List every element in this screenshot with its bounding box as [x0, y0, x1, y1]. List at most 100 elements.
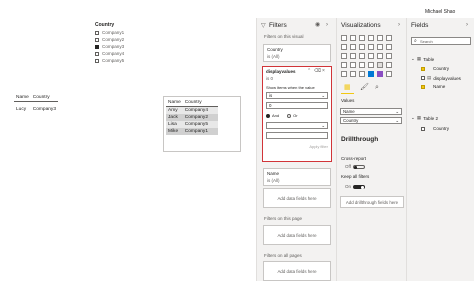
operand-input[interactable]: 0: [266, 102, 328, 109]
table-icon: ▦: [416, 56, 422, 61]
gauge-icon[interactable]: [350, 62, 356, 68]
kpi-icon[interactable]: [341, 71, 347, 77]
checkbox[interactable]: [95, 51, 99, 56]
fields-pane: Fields › ⌕ Search ⌄ ▦ Table Country ▤ di…: [406, 18, 474, 281]
stacked-column-chart-icon[interactable]: [350, 35, 356, 41]
collapse-icon[interactable]: ›: [466, 22, 468, 28]
field-item[interactable]: Country: [421, 126, 449, 131]
value-field-country[interactable]: Country ⌄: [340, 117, 402, 124]
fields-tab-icon[interactable]: ▦: [344, 84, 351, 91]
operator-select[interactable]: is ⌄: [266, 92, 328, 99]
line-chart-icon[interactable]: [341, 44, 347, 50]
checkbox[interactable]: [95, 37, 99, 42]
chevron-down-icon: ⌄: [321, 93, 325, 98]
r-script-icon[interactable]: [359, 71, 365, 77]
add-page-fields-box[interactable]: Add data fields here: [263, 225, 331, 245]
python-visual-icon[interactable]: [368, 71, 374, 77]
filters-on-page-label: Filters on this page: [264, 216, 303, 221]
close-icon[interactable]: ×: [322, 68, 325, 74]
checkbox[interactable]: [95, 58, 99, 63]
checkbox[interactable]: [421, 76, 425, 80]
filled-map-icon[interactable]: [386, 53, 392, 59]
slicer-title: Country: [95, 22, 115, 28]
line-column-chart-icon[interactable]: [368, 44, 374, 50]
card-icon[interactable]: [359, 62, 365, 68]
keep-all-filters-toggle[interactable]: On: [345, 184, 366, 189]
table-row[interactable]: Jack Company2: [166, 114, 218, 121]
checkbox[interactable]: [421, 126, 425, 131]
fields-search-input[interactable]: ⌕ Search: [411, 37, 471, 45]
user-name[interactable]: Michael Shao: [425, 9, 455, 15]
eye-icon[interactable]: ◉: [315, 22, 320, 28]
country-filter-card[interactable]: Country is (All): [263, 44, 331, 62]
stacked-area-chart-icon[interactable]: [359, 44, 365, 50]
clustered-bar-chart-icon[interactable]: [359, 35, 365, 41]
table-group-table[interactable]: ⌄ ▦ Table: [411, 56, 434, 62]
top-bar: Michael Shao: [0, 0, 474, 18]
analytics-icon[interactable]: ⌕: [375, 84, 379, 91]
slicer-item[interactable]: Company1: [95, 29, 155, 36]
eraser-icon[interactable]: ⌫: [314, 68, 321, 74]
funnel-icon[interactable]: [341, 62, 347, 68]
field-item[interactable]: ▤ displayvalues: [421, 75, 461, 81]
or-radio[interactable]: [287, 113, 292, 118]
table-visual-2[interactable]: Name Country Amy Company4 Jack Company2 Li…: [163, 96, 241, 152]
waterfall-chart-icon[interactable]: [386, 44, 392, 50]
chevron-up-icon[interactable]: ⌃: [307, 68, 311, 74]
checkbox[interactable]: [421, 66, 425, 71]
column-header[interactable]: Country: [183, 99, 218, 107]
multi-row-card-icon[interactable]: [368, 62, 374, 68]
slicer-item[interactable]: Company5: [95, 57, 155, 64]
displayvalues-filter-card[interactable]: displayvalues ⌃ ⌫ × is 0 Show items when…: [262, 66, 332, 162]
table-row[interactable]: Amy Company4: [166, 106, 218, 114]
table-row[interactable]: Lisa Company5: [166, 121, 218, 128]
collapse-icon[interactable]: ›: [326, 22, 328, 28]
column-header[interactable]: Name: [166, 99, 183, 107]
table-row[interactable]: Mike Company1: [166, 128, 218, 135]
matrix-icon[interactable]: [386, 62, 392, 68]
checkbox[interactable]: [95, 30, 99, 35]
and-radio[interactable]: [266, 113, 270, 118]
search-icon: ⌕: [414, 38, 417, 44]
100-column-chart-icon[interactable]: [386, 35, 392, 41]
cross-report-toggle[interactable]: Off: [345, 164, 365, 169]
column-header[interactable]: Country: [31, 94, 58, 102]
table-viz-icon[interactable]: [377, 62, 383, 68]
collapse-icon[interactable]: ›: [398, 22, 400, 28]
power-apps-icon[interactable]: [377, 71, 383, 77]
slicer-viz-icon[interactable]: [350, 71, 356, 77]
area-chart-icon[interactable]: [350, 44, 356, 50]
more-visuals-icon[interactable]: [386, 71, 392, 77]
100-bar-chart-icon[interactable]: [377, 35, 383, 41]
donut-chart-icon[interactable]: [359, 53, 365, 59]
add-drillthrough-fields-box[interactable]: Add drillthrough fields here: [340, 196, 404, 208]
table-visual-1[interactable]: Name Country Lucy Company3: [14, 94, 58, 113]
map-icon[interactable]: [377, 53, 383, 59]
operator-select-2[interactable]: ⌄: [266, 122, 328, 129]
add-report-fields-box[interactable]: Add data fields here: [263, 261, 331, 281]
field-item[interactable]: Country: [421, 66, 449, 71]
scatter-chart-icon[interactable]: [341, 53, 347, 59]
table-row[interactable]: Lucy Company3: [14, 106, 58, 113]
checkbox[interactable]: [421, 84, 425, 89]
country-slicer: Country Company1 Company2 Company3 Compa…: [95, 22, 155, 64]
clustered-column-chart-icon[interactable]: [368, 35, 374, 41]
operand-input-2[interactable]: [266, 132, 328, 139]
add-visual-fields-box[interactable]: Add data fields here: [263, 188, 331, 208]
slicer-item[interactable]: Company3: [95, 43, 155, 50]
format-paint-roller-icon[interactable]: 🖌: [360, 84, 369, 91]
filters-title: Filters: [269, 22, 287, 29]
field-item[interactable]: Name: [421, 84, 445, 89]
apply-filter-button[interactable]: Apply filter: [309, 144, 328, 149]
table-group-table-2[interactable]: ⌄ ▦ Table 2: [411, 115, 438, 121]
treemap-icon[interactable]: [368, 53, 374, 59]
slicer-item[interactable]: Company4: [95, 50, 155, 57]
checkbox[interactable]: [95, 44, 99, 49]
slicer-item[interactable]: Company2: [95, 36, 155, 43]
value-field-name[interactable]: Name ⌄: [340, 108, 402, 115]
stacked-bar-chart-icon[interactable]: [341, 35, 347, 41]
ribbon-chart-icon[interactable]: [377, 44, 383, 50]
column-header[interactable]: Name: [14, 94, 31, 102]
pie-chart-icon[interactable]: [350, 53, 356, 59]
name-filter-card[interactable]: Name is (All): [263, 168, 331, 186]
